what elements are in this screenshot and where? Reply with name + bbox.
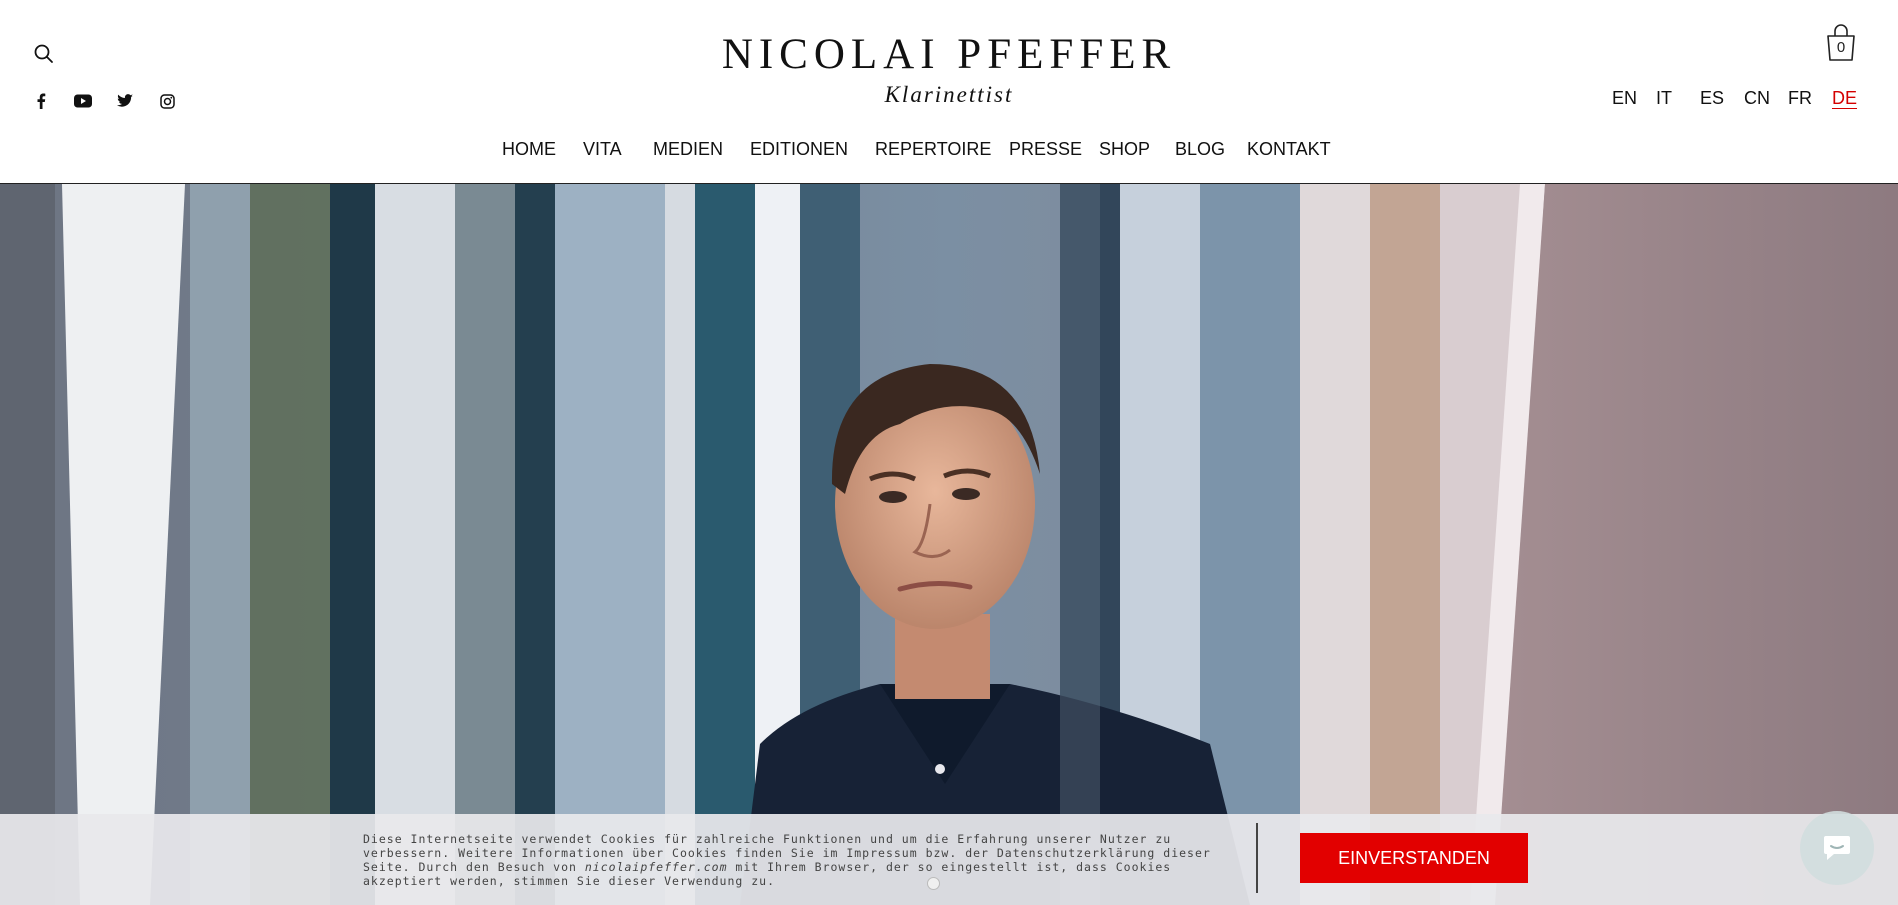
- cookie-divider: [1256, 823, 1258, 893]
- lang-cn[interactable]: CN: [1744, 88, 1788, 109]
- shopping-bag-icon[interactable]: 0: [1824, 22, 1858, 64]
- cookie-banner: Diese Internetseite verwendet Cookies fü…: [0, 814, 1898, 905]
- chat-widget-icon[interactable]: [1800, 811, 1874, 885]
- cookie-domain: nicolaipfeffer.com: [584, 860, 728, 874]
- accept-cookies-button[interactable]: EINVERSTANDEN: [1300, 833, 1528, 883]
- nav-item-kontakt[interactable]: KONTAKT: [1247, 139, 1331, 160]
- lang-es[interactable]: ES: [1700, 88, 1744, 109]
- nav-item-blog[interactable]: BLOG: [1175, 139, 1225, 160]
- cookie-text: Diese Internetseite verwendet Cookies fü…: [363, 832, 1213, 888]
- lang-de[interactable]: DE: [1832, 88, 1876, 109]
- lang-fr[interactable]: FR: [1788, 88, 1832, 109]
- lang-it[interactable]: IT: [1656, 88, 1700, 109]
- nav-item-vita[interactable]: VITA: [583, 139, 622, 160]
- nav-item-shop[interactable]: SHOP: [1099, 139, 1150, 160]
- site-header: NICOLAI PFEFFER Klarinettist 0 EN IT ES …: [0, 0, 1898, 184]
- nav-item-editionen[interactable]: EDITIONEN: [750, 139, 848, 160]
- logo-title[interactable]: NICOLAI PFEFFER: [0, 30, 1898, 79]
- language-switcher: EN IT ES CN FR DE: [1612, 88, 1876, 109]
- close-cookie-icon[interactable]: [927, 877, 940, 890]
- hero-image: [0, 184, 1898, 905]
- lang-en[interactable]: EN: [1612, 88, 1656, 109]
- cart-count: 0: [1836, 39, 1846, 56]
- nav-item-medien[interactable]: MEDIEN: [653, 139, 723, 160]
- nav-item-presse[interactable]: PRESSE: [1009, 139, 1082, 160]
- nav-item-repertoire[interactable]: REPERTOIRE: [875, 139, 991, 160]
- nav-item-home[interactable]: HOME: [502, 139, 556, 160]
